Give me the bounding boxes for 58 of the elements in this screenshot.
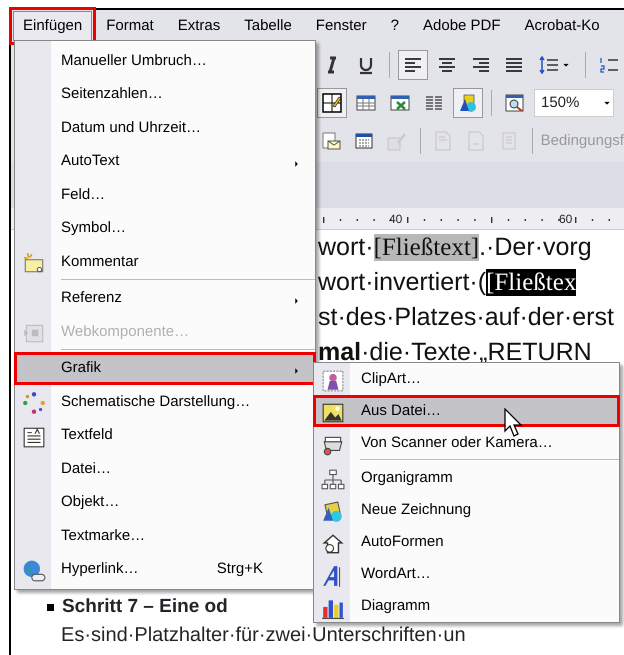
- menu-item[interactable]: Datum und Uhrzeit…: [14, 111, 316, 144]
- drawing-icon: [457, 92, 479, 114]
- text-line: wort·invertiert·([Fließtex: [318, 267, 578, 298]
- globe-link-icon: [22, 558, 46, 582]
- menu-item[interactable]: Objekt…: [14, 486, 316, 519]
- menu-item[interactable]: Schematische Darstellung…: [14, 385, 316, 418]
- clipart-icon: [321, 369, 345, 393]
- menu-item[interactable]: Kommentar: [14, 245, 316, 278]
- paragraph: Es·sind·Platzhalter·für·zwei·Unterschriften·un: [60, 623, 467, 648]
- menu-item[interactable]: ?: [380, 11, 409, 41]
- text-line: st·des·Platzes·auf·der·erst: [318, 302, 615, 333]
- comment-icon: [22, 251, 46, 275]
- menu-item[interactable]: Extras: [168, 11, 230, 41]
- table-draw-icon: [321, 92, 343, 114]
- menu-item[interactable]: Acrobat-Ko: [514, 11, 610, 41]
- bullet-mark: [47, 604, 54, 610]
- menu-item[interactable]: Textfeld: [14, 418, 316, 452]
- toolbar-button[interactable]: [317, 88, 347, 118]
- ruler-number: 40: [389, 211, 402, 228]
- picture-file-icon: [321, 401, 345, 425]
- ruler-number: 60: [559, 211, 572, 228]
- menu-item[interactable]: Textmarke…: [14, 519, 316, 552]
- menu-item[interactable]: Manueller Umbruch…: [14, 44, 316, 78]
- zoom-field[interactable]: 150%: [534, 89, 614, 117]
- heading: Schritt 7 – Eine od: [62, 596, 228, 618]
- shortcut-text: Strg+K: [216, 559, 263, 579]
- menu-item[interactable]: Diagramm: [313, 590, 620, 622]
- line-spacing-icon: [538, 54, 560, 76]
- menu-item[interactable]: Adobe PDF: [413, 11, 511, 41]
- edit-document-icon: [386, 130, 408, 152]
- zoom-icon: [504, 92, 526, 114]
- menu-item[interactable]: WordArt…: [313, 558, 620, 590]
- menu-item[interactable]: AutoFormen: [313, 526, 620, 558]
- menu-item[interactable]: Grafik: [14, 352, 316, 385]
- toolbar-button[interactable]: [398, 50, 428, 80]
- menu-item[interactable]: Neue Zeichnung: [313, 494, 620, 526]
- menu-item[interactable]: Fenster: [306, 11, 377, 41]
- menu-item[interactable]: AutoText: [14, 144, 316, 178]
- text-line: wort·[Fließtext].·Der·vorg: [318, 232, 593, 263]
- menu-item[interactable]: Feld…: [14, 178, 316, 212]
- text-box-icon: [22, 424, 46, 448]
- menu-item[interactable]: Von Scanner oder Kamera…: [313, 427, 620, 459]
- menu-item[interactable]: Seitenzahlen…: [14, 78, 316, 111]
- org-chart-icon: [321, 468, 345, 492]
- menu-item[interactable]: Hyperlink… Strg+K: [14, 552, 316, 586]
- menu-item[interactable]: Referenz: [14, 282, 316, 315]
- diagram-cycle-icon: [22, 391, 46, 415]
- menu-item[interactable]: Aus Datei…: [313, 395, 620, 427]
- menu-item[interactable]: Tabelle: [234, 11, 302, 41]
- menu-item[interactable]: Datei…: [14, 452, 316, 486]
- toolbar-label: Bedingungsf: [540, 130, 624, 151]
- autoshapes-icon: [321, 532, 345, 556]
- mouse-pointer-icon: [504, 408, 524, 438]
- menu-item[interactable]: Organigramm: [313, 462, 620, 494]
- mail-merge-icon: [320, 130, 342, 152]
- menu-item[interactable]: Symbol…: [14, 212, 316, 245]
- menu-item[interactable]: Format: [96, 11, 164, 41]
- toolbar-button[interactable]: [453, 88, 483, 118]
